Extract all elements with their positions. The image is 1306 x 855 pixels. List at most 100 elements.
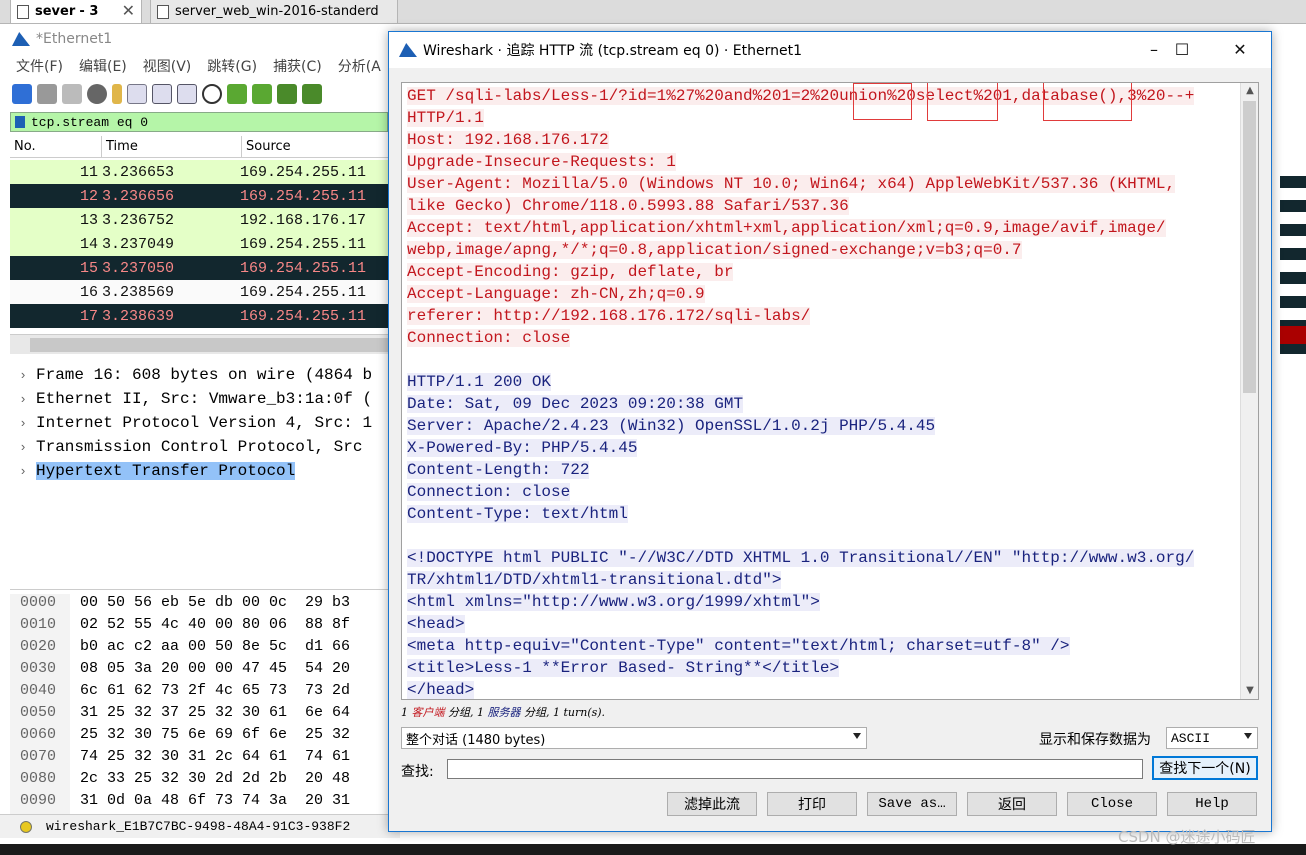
column-time[interactable]: Time — [102, 136, 242, 157]
line-text: Connection: close — [407, 483, 571, 501]
packet-row[interactable]: 13 3.236752 192.168.176.17 — [10, 208, 390, 232]
close-icon[interactable]: ✕ — [122, 1, 135, 20]
hex-row[interactable]: 0080 2c 33 25 32 30 2d 2d 2b 20 48 — [10, 770, 350, 792]
scroll-down-icon[interactable]: ▼ — [1241, 683, 1258, 699]
back-button[interactable]: 返回 — [967, 792, 1057, 816]
detail-row[interactable]: › Internet Protocol Version 4, Src: 1 — [10, 411, 390, 435]
display-filter-bar[interactable]: tcp.stream eq 0 — [10, 112, 388, 132]
client-line: referer: http://192.168.176.172/sqli-lab… — [407, 305, 1237, 327]
menu-file[interactable]: 文件(F) — [16, 56, 63, 76]
save-file-icon[interactable] — [127, 84, 147, 104]
chevron-right-icon[interactable]: › — [10, 464, 36, 479]
chevron-right-icon[interactable]: › — [10, 416, 36, 431]
hex-row[interactable]: 0060 25 32 30 75 6e 69 6f 6e 25 32 — [10, 726, 350, 748]
vm-tab-strip: sever - 3 ✕ server_web_win-2016-standerd — [0, 0, 1306, 24]
encoding-select[interactable]: ASCII — [1166, 727, 1258, 749]
detail-text: Internet Protocol Version 4, Src: 1 — [36, 414, 373, 432]
packet-row[interactable]: 11 3.236653 169.254.255.11 — [10, 160, 390, 184]
vm-tab-server-web[interactable]: server_web_win-2016-standerd — [150, 0, 398, 24]
stream-summary: 1 客户端 分组, 1 服务器 分组, 1 turn(s). — [401, 704, 605, 720]
line-text: Date: Sat, 09 Dec 2023 09:20:38 GMT — [407, 395, 744, 413]
scrollbar-thumb[interactable] — [1243, 101, 1256, 393]
find-input[interactable] — [447, 759, 1143, 779]
hex-row[interactable]: 0040 6c 61 62 73 2f 4c 65 73 73 2d — [10, 682, 350, 704]
start-capture-icon[interactable] — [12, 84, 32, 104]
hex-row[interactable]: 0070 74 25 32 30 31 2c 64 61 74 61 — [10, 748, 350, 770]
menu-go[interactable]: 跳转(G) — [207, 56, 257, 76]
hex-row[interactable]: 0050 31 25 32 37 25 32 30 61 6e 64 — [10, 704, 350, 726]
packet-time: 3.236752 — [102, 211, 175, 229]
menu-analyze[interactable]: 分析(A — [338, 56, 381, 76]
hex-bytes: 6c 61 62 73 2f 4c 65 73 73 2d — [80, 682, 351, 699]
open-file-icon[interactable] — [112, 84, 122, 104]
stream-scrollbar[interactable]: ▲ ▼ — [1240, 83, 1258, 699]
dialog-title: Wireshark · 追踪 HTTP 流 (tcp.stream eq 0) … — [423, 43, 803, 59]
go-forward-icon[interactable] — [252, 84, 272, 104]
help-button[interactable]: Help — [1167, 792, 1257, 816]
conversation-value: 整个对话 (1480 bytes) — [406, 732, 546, 748]
bookmark-icon[interactable] — [15, 116, 25, 128]
detail-row[interactable]: › Frame 16: 608 bytes on wire (4864 b — [10, 363, 390, 387]
column-source[interactable]: Source — [242, 136, 390, 157]
taskbar — [0, 844, 1306, 855]
line-text: <title>Less-1 **Error Based- String**</t… — [407, 659, 840, 677]
detail-row[interactable]: › Ethernet II, Src: Vmware_b3:1a:0f ( — [10, 387, 390, 411]
packet-row[interactable]: 12 3.236656 169.254.255.11 — [10, 184, 390, 208]
maximize-icon[interactable]: ☐ — [1159, 32, 1205, 68]
packet-source: 169.254.255.11 — [240, 187, 367, 205]
first-packet-icon[interactable] — [302, 84, 322, 104]
detail-row[interactable]: › Transmission Control Protocol, Src — [10, 435, 390, 459]
summary-client-label: 客户端 — [411, 706, 445, 719]
reload-file-icon[interactable] — [177, 84, 197, 104]
packet-number: 11 — [79, 163, 98, 181]
restart-capture-icon[interactable] — [62, 84, 82, 104]
packet-row[interactable]: 17 3.238639 169.254.255.11 — [10, 304, 390, 328]
packet-row[interactable]: 15 3.237050 169.254.255.11 — [10, 256, 390, 280]
stream-content[interactable]: GET /sqli-labs/Less-1/?id=1%27%20and%201… — [401, 82, 1259, 700]
wireshark-logo-icon — [12, 32, 30, 46]
save-as-button[interactable]: Save as… — [867, 792, 957, 816]
go-back-icon[interactable] — [227, 84, 247, 104]
hex-row[interactable]: 0090 31 0d 0a 48 6f 73 74 3a 20 31 — [10, 792, 350, 814]
hex-row[interactable]: 0020 b0 ac c2 aa 00 50 8e 5c d1 66 — [10, 638, 350, 660]
client-line: Accept-Language: zh-CN,zh;q=0.9 — [407, 283, 1237, 305]
filter-out-button[interactable]: 滤掉此流 — [667, 792, 757, 816]
column-no[interactable]: No. — [10, 136, 102, 157]
vm-tab-sever[interactable]: sever - 3 ✕ — [10, 0, 142, 24]
line-text: </head> — [407, 681, 475, 699]
print-button[interactable]: 打印 — [767, 792, 857, 816]
packet-bytes: 0000 00 50 56 eb 5e db 00 0c 29 b3 0010 02 … — [10, 589, 388, 814]
detail-text: Transmission Control Protocol, Src — [36, 438, 363, 456]
packet-list-scrollbar[interactable] — [10, 334, 390, 354]
detail-row[interactable]: › Hypertext Transfer Protocol — [10, 459, 390, 483]
server-line: <meta http-equiv="Content-Type" content=… — [407, 635, 1237, 657]
server-line: </head> — [407, 679, 1237, 699]
chevron-right-icon[interactable]: › — [10, 392, 36, 407]
stop-capture-icon[interactable] — [37, 84, 57, 104]
chevron-right-icon[interactable]: › — [10, 368, 36, 383]
hex-row[interactable]: 0000 00 50 56 eb 5e db 00 0c 29 b3 — [10, 594, 350, 616]
menu-edit[interactable]: 编辑(E) — [79, 56, 127, 76]
hex-row[interactable]: 0030 08 05 3a 20 00 00 47 45 54 20 — [10, 660, 350, 682]
line-text: User-Agent: Mozilla/5.0 (Windows NT 10.0… — [407, 175, 1176, 193]
conversation-select[interactable]: 整个对话 (1480 bytes) — [401, 727, 867, 749]
close-button[interactable]: Close — [1067, 792, 1157, 816]
close-icon[interactable]: ✕ — [1217, 32, 1263, 68]
packet-source: 169.254.255.11 — [240, 283, 367, 301]
hex-row[interactable]: 0010 02 52 55 4c 40 00 80 06 88 8f — [10, 616, 350, 638]
find-packet-icon[interactable] — [202, 84, 222, 104]
scroll-up-icon[interactable]: ▲ — [1241, 83, 1258, 99]
capture-options-icon[interactable] — [87, 84, 107, 104]
hex-offset: 0030 — [10, 660, 70, 682]
menu-view[interactable]: 视图(V) — [143, 56, 192, 76]
go-to-packet-icon[interactable] — [277, 84, 297, 104]
close-file-icon[interactable] — [152, 84, 172, 104]
find-next-button[interactable]: 查找下一个(N) — [1152, 756, 1258, 780]
packet-row[interactable]: 14 3.237049 169.254.255.11 — [10, 232, 390, 256]
scrollbar-thumb[interactable] — [30, 338, 390, 352]
menu-capture[interactable]: 捕获(C) — [273, 56, 322, 76]
chevron-right-icon[interactable]: › — [10, 440, 36, 455]
packet-row[interactable]: 16 3.238569 169.254.255.11 — [10, 280, 390, 304]
line-text: Accept-Language: zh-CN,zh;q=0.9 — [407, 285, 705, 303]
expert-info-icon[interactable] — [20, 820, 32, 833]
